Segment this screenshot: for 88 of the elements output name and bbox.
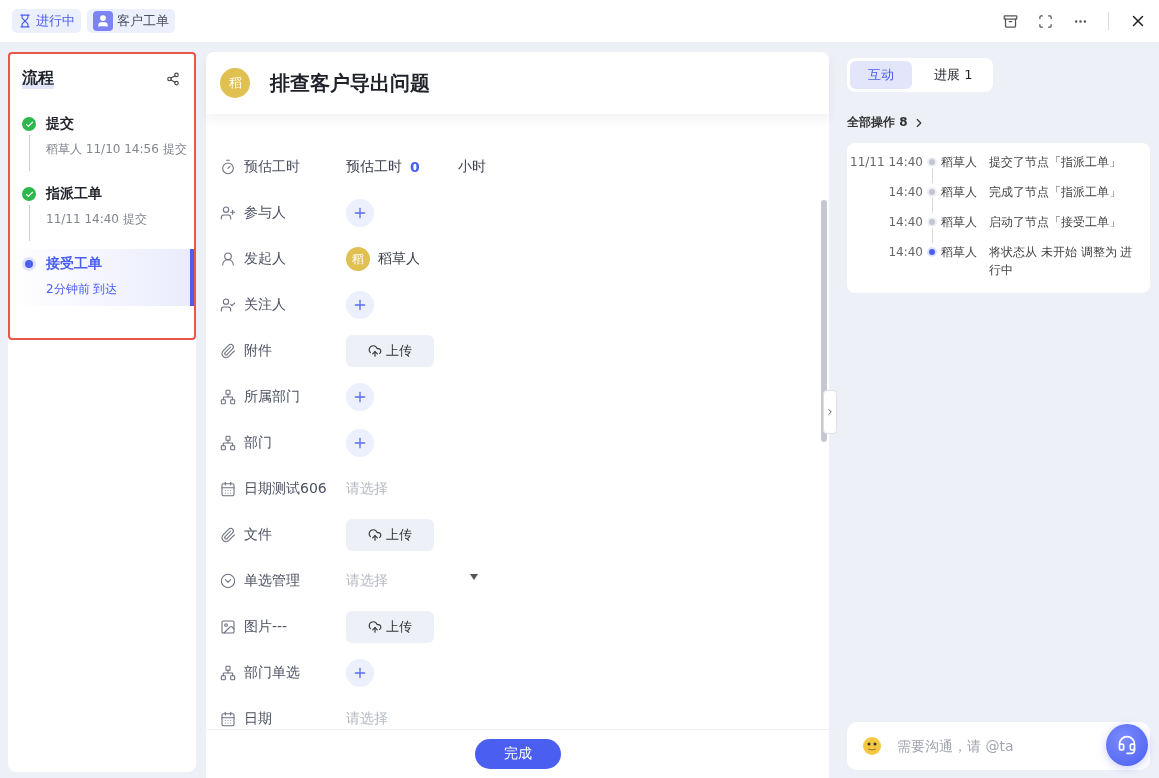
done-button[interactable]: 完成 bbox=[474, 739, 561, 769]
tab[interactable]: 进展 1 bbox=[916, 61, 991, 89]
flow-step[interactable]: 提交 稻草人 11/10 14:56 提交 bbox=[12, 109, 194, 179]
field-label: 所属部门 bbox=[244, 388, 300, 406]
task-avatar: 稻 bbox=[220, 68, 250, 98]
plus-icon bbox=[352, 389, 368, 405]
log-text: 将状态从 未开始 调整为 进行中 bbox=[989, 244, 1134, 279]
all-operations-link[interactable]: 全部操作 8 bbox=[847, 114, 908, 131]
log-text: 完成了节点「指派工单」 bbox=[989, 184, 1122, 201]
step-note: 11/11 14:40 提交 bbox=[46, 211, 147, 228]
plus-icon bbox=[352, 297, 368, 313]
field-label: 部门单选 bbox=[244, 664, 300, 682]
field-icon bbox=[220, 297, 236, 313]
field-icon bbox=[220, 159, 236, 175]
caret-icon bbox=[470, 574, 478, 580]
assistant-button[interactable] bbox=[1106, 724, 1148, 766]
field-icon bbox=[220, 711, 236, 727]
upload-button[interactable]: 上传 bbox=[346, 611, 434, 643]
archive-icon[interactable] bbox=[1003, 13, 1018, 29]
hours-label: 预估工时 bbox=[346, 158, 402, 176]
cloud-upload-icon bbox=[368, 620, 382, 634]
plus-icon bbox=[352, 435, 368, 451]
field-label: 日期测试606 bbox=[244, 480, 327, 498]
upload-button[interactable]: 上传 bbox=[346, 519, 434, 551]
log-user: 稻草人 bbox=[941, 184, 978, 201]
plus-icon bbox=[352, 205, 368, 221]
emoji-icon bbox=[861, 735, 883, 757]
hours-value[interactable]: 0 bbox=[410, 159, 420, 175]
field-icon bbox=[220, 435, 236, 451]
user-avatar: 稻 bbox=[346, 247, 370, 271]
add-button[interactable] bbox=[346, 659, 374, 687]
field-label: 发起人 bbox=[244, 250, 286, 268]
field-icon bbox=[220, 251, 236, 267]
plus-icon bbox=[352, 665, 368, 681]
step-name: 提交 bbox=[46, 115, 75, 133]
field-label: 参与人 bbox=[244, 204, 286, 222]
type-tag: 客户工单 bbox=[87, 9, 175, 33]
field-label: 文件 bbox=[244, 526, 272, 544]
add-button[interactable] bbox=[346, 199, 374, 227]
log-user: 稻草人 bbox=[941, 214, 978, 231]
tab[interactable]: 互动 bbox=[850, 61, 912, 89]
add-button[interactable] bbox=[346, 429, 374, 457]
cloud-upload-icon bbox=[368, 528, 382, 542]
field-icon bbox=[220, 205, 236, 221]
field-icon bbox=[220, 573, 236, 589]
field-icon bbox=[220, 527, 236, 543]
share-icon[interactable] bbox=[166, 71, 180, 86]
add-button[interactable] bbox=[346, 291, 374, 319]
cloud-upload-icon bbox=[368, 344, 382, 358]
headset-icon bbox=[1117, 735, 1137, 755]
add-button[interactable] bbox=[346, 383, 374, 411]
field-icon bbox=[220, 389, 236, 405]
field-label: 部门 bbox=[244, 434, 272, 452]
step-name: 接受工单 bbox=[46, 255, 103, 273]
log-time: 14:40 bbox=[887, 244, 923, 261]
log-text: 启动了节点「接受工单」 bbox=[989, 214, 1122, 231]
step-name: 指派工单 bbox=[46, 185, 103, 203]
flow-step[interactable]: 指派工单 11/11 14:40 提交 bbox=[12, 179, 194, 249]
fullscreen-icon[interactable] bbox=[1038, 13, 1053, 29]
field-label: 附件 bbox=[244, 342, 272, 360]
field-icon bbox=[220, 343, 236, 359]
hourglass-icon bbox=[18, 14, 32, 28]
chevron-right-icon bbox=[825, 407, 835, 417]
field-label: 图片--- bbox=[244, 618, 288, 636]
log-user: 稻草人 bbox=[941, 154, 978, 171]
field-icon bbox=[220, 665, 236, 681]
task-title: 排查客户导出问题 bbox=[270, 69, 430, 97]
log-time: 14:40 bbox=[887, 214, 923, 231]
field-icon bbox=[220, 619, 236, 635]
log-user: 稻草人 bbox=[941, 244, 978, 261]
status-tag: 进行中 bbox=[12, 9, 81, 33]
step-note: 稻草人 11/10 14:56 提交 bbox=[46, 141, 187, 158]
collapse-handle[interactable] bbox=[823, 390, 837, 434]
comment-input[interactable]: 需要沟通，请 @ta bbox=[895, 737, 1099, 755]
log-text: 提交了节点「指派工单」 bbox=[989, 154, 1122, 171]
log-time: 11/11 14:40 bbox=[849, 154, 923, 171]
field-icon bbox=[220, 481, 236, 497]
field-label: 预估工时 bbox=[244, 158, 300, 176]
field-label: 单选管理 bbox=[244, 572, 300, 590]
hours-unit: 小时 bbox=[457, 158, 486, 176]
flow-title: 流程 bbox=[22, 68, 54, 89]
log-time: 14:40 bbox=[887, 184, 923, 201]
field-label: 关注人 bbox=[244, 296, 286, 314]
user-name: 稻草人 bbox=[378, 250, 420, 268]
comment-box[interactable]: 需要沟通，请 @ta bbox=[847, 722, 1150, 770]
upload-button[interactable]: 上传 bbox=[346, 335, 434, 367]
step-note: 2分钟前 到达 bbox=[46, 281, 118, 298]
field-label: 日期 bbox=[244, 710, 272, 728]
